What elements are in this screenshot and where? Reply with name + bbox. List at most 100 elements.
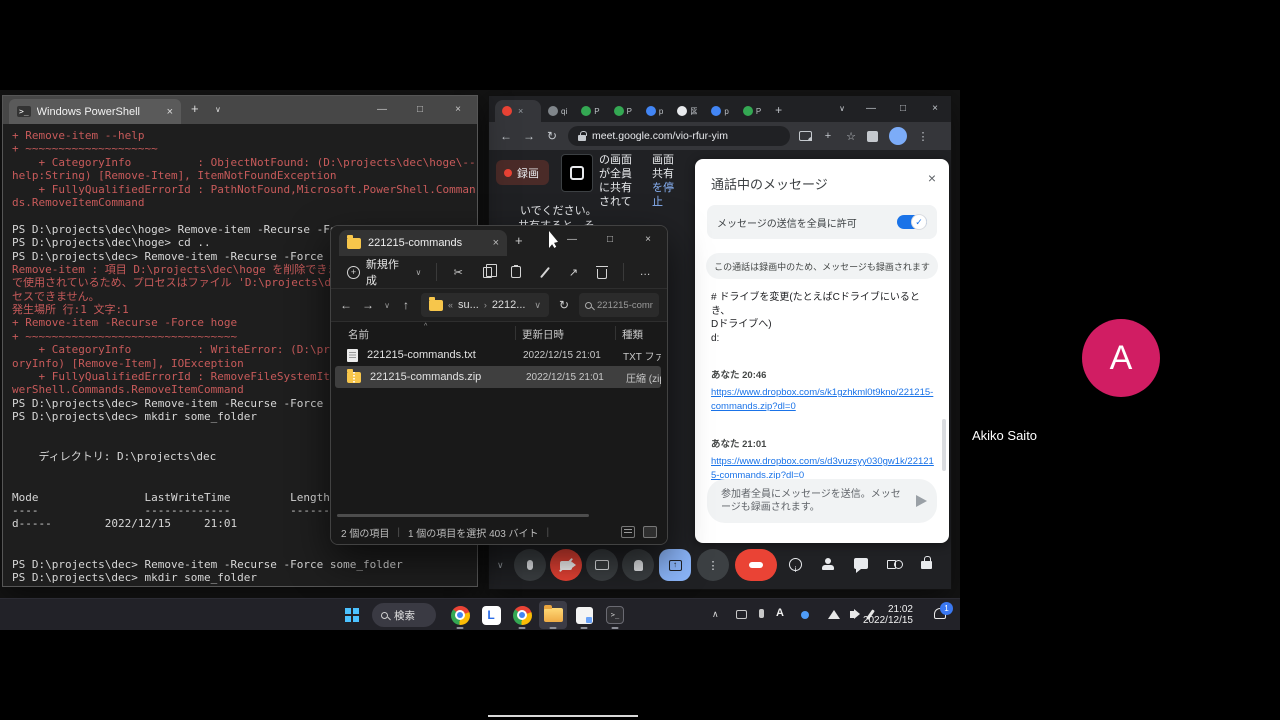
audio-options-chevron[interactable]: ∨: [497, 560, 504, 571]
minimize-button[interactable]: —: [553, 226, 591, 254]
file-row[interactable]: 221215-commands.zip 2022/12/15 21:01 圧縮 …: [335, 366, 661, 388]
horizontal-scrollbar[interactable]: [337, 514, 589, 517]
explorer-titlebar[interactable]: 221215-commands × + — □ ×: [331, 226, 667, 256]
taskbar-notes-button[interactable]: [570, 601, 598, 629]
chat-icon[interactable]: [854, 558, 868, 569]
host-controls-icon[interactable]: [921, 561, 932, 569]
stop-sharing-text[interactable]: 止: [652, 193, 663, 209]
browser-tab[interactable]: P ×: [607, 100, 639, 122]
participants-icon[interactable]: [821, 558, 835, 570]
profile-avatar[interactable]: [889, 127, 907, 145]
ime-indicator[interactable]: A: [776, 607, 784, 619]
bookmark-star-icon[interactable]: ☆: [844, 130, 858, 143]
close-button[interactable]: ×: [439, 96, 477, 124]
camera-off-button[interactable]: [550, 549, 582, 581]
chat-message-link[interactable]: https://www.dropbox.com/s/k1gzhkml0t9kno…: [711, 386, 935, 414]
forward-button[interactable]: →: [361, 298, 375, 312]
file-row[interactable]: 221215-commands.txt 2022/12/15 21:01 TXT…: [335, 344, 661, 366]
new-tab-button[interactable]: +: [191, 101, 199, 116]
column-modified[interactable]: 更新日時: [522, 327, 564, 342]
captions-button[interactable]: [586, 549, 618, 581]
leave-call-button[interactable]: [735, 549, 777, 581]
column-name[interactable]: 名前: [348, 327, 369, 342]
close-button[interactable]: ×: [919, 96, 951, 122]
breadcrumb-item[interactable]: su...: [458, 299, 479, 311]
powershell-titlebar[interactable]: >_ Windows PowerShell × + ∨ — □ ×: [3, 96, 477, 124]
back-button[interactable]: ←: [339, 298, 353, 312]
maximize-button[interactable]: □: [887, 96, 919, 122]
extensions-icon[interactable]: [867, 131, 878, 142]
tab-search-icon[interactable]: ∨: [829, 96, 855, 122]
browser-tab[interactable]: ×: [495, 100, 541, 122]
allow-messages-toggle[interactable]: ✓: [897, 215, 927, 229]
column-type[interactable]: 種類: [622, 327, 643, 342]
chat-input[interactable]: 参加者全員にメッセージを送信。メッセージも録画されます。: [707, 479, 937, 523]
mic-button[interactable]: [514, 549, 546, 581]
browser-menu-icon[interactable]: ⋮: [916, 130, 930, 143]
new-tab-button[interactable]: +: [515, 233, 523, 248]
chat-scrollbar[interactable]: [942, 419, 946, 471]
start-button[interactable]: [338, 601, 366, 629]
rename-button[interactable]: [533, 260, 557, 284]
browser-tab[interactable]: 図 ×: [670, 100, 704, 122]
browser-tab[interactable]: qi ×: [541, 100, 574, 122]
volume-icon[interactable]: [850, 611, 855, 618]
close-button[interactable]: ×: [629, 226, 667, 254]
address-dropdown-icon[interactable]: ∨: [534, 300, 541, 311]
breadcrumb-overflow-icon[interactable]: «: [448, 300, 453, 310]
taskbar-search[interactable]: 検索: [372, 603, 436, 627]
notification-bell-icon[interactable]: 1: [934, 608, 946, 619]
maximize-button[interactable]: □: [591, 226, 629, 254]
new-item-button[interactable]: + 新規作成 ∨: [341, 260, 427, 284]
tab-list-button[interactable]: ∨: [215, 105, 221, 114]
list-view-icon[interactable]: [621, 526, 635, 538]
cast-icon[interactable]: [799, 131, 812, 141]
taskbar-line-button[interactable]: L: [477, 601, 505, 629]
info-icon[interactable]: i: [789, 558, 802, 571]
more-options-button[interactable]: ⋮: [697, 549, 729, 581]
cut-button[interactable]: ✂: [446, 260, 470, 284]
up-button[interactable]: ↑: [399, 298, 413, 312]
details-view-icon[interactable]: [643, 526, 657, 538]
browser-tab[interactable]: p ×: [639, 100, 670, 122]
presentation-thumbnail[interactable]: [561, 154, 593, 192]
explorer-search[interactable]: [579, 293, 659, 317]
send-icon[interactable]: [916, 495, 927, 507]
tab-close-icon[interactable]: ×: [493, 237, 499, 249]
share-button[interactable]: ↗: [562, 260, 586, 284]
maximize-button[interactable]: □: [401, 96, 439, 124]
copy-button[interactable]: [475, 260, 499, 284]
install-app-icon[interactable]: +: [821, 130, 835, 142]
tray-overflow-chevron[interactable]: ∧: [712, 609, 719, 620]
minimize-button[interactable]: —: [855, 96, 887, 122]
forward-button[interactable]: →: [522, 129, 536, 143]
powershell-tab[interactable]: >_ Windows PowerShell ×: [9, 99, 181, 124]
search-input[interactable]: [597, 300, 653, 311]
new-tab-button[interactable]: +: [775, 103, 782, 117]
raise-hand-button[interactable]: [622, 549, 654, 581]
taskbar-browser-button[interactable]: [508, 601, 536, 629]
explorer-tab[interactable]: 221215-commands ×: [339, 230, 507, 256]
wifi-icon[interactable]: [828, 610, 840, 619]
recent-locations-icon[interactable]: ∨: [383, 301, 391, 310]
tray-mic-icon[interactable]: [759, 609, 764, 618]
refresh-button[interactable]: ↻: [545, 129, 559, 143]
present-button[interactable]: ↑: [659, 549, 691, 581]
taskbar-terminal-button[interactable]: >_: [601, 601, 629, 629]
tab-close-icon[interactable]: ×: [167, 106, 173, 118]
address-bar[interactable]: meet.google.com/vio-rfur-yim: [568, 126, 790, 146]
tray-app-icon[interactable]: [736, 610, 747, 619]
chat-close-icon[interactable]: ×: [928, 170, 936, 186]
tab-close-icon[interactable]: ×: [518, 106, 523, 116]
tray-bluetooth-icon[interactable]: [801, 611, 809, 619]
browser-tab[interactable]: p ×: [704, 100, 735, 122]
breadcrumb-item[interactable]: 2212...: [492, 299, 526, 311]
minimize-button[interactable]: —: [363, 96, 401, 124]
breadcrumb[interactable]: « su... › 2212... ∨: [421, 293, 549, 317]
taskbar-clock[interactable]: 21:02 2022/12/15: [863, 604, 913, 626]
refresh-button[interactable]: ↻: [557, 298, 571, 312]
more-commands-button[interactable]: …: [633, 260, 657, 284]
back-button[interactable]: ←: [499, 129, 513, 143]
paste-button[interactable]: [504, 260, 528, 284]
taskbar-explorer-button[interactable]: [539, 601, 567, 629]
